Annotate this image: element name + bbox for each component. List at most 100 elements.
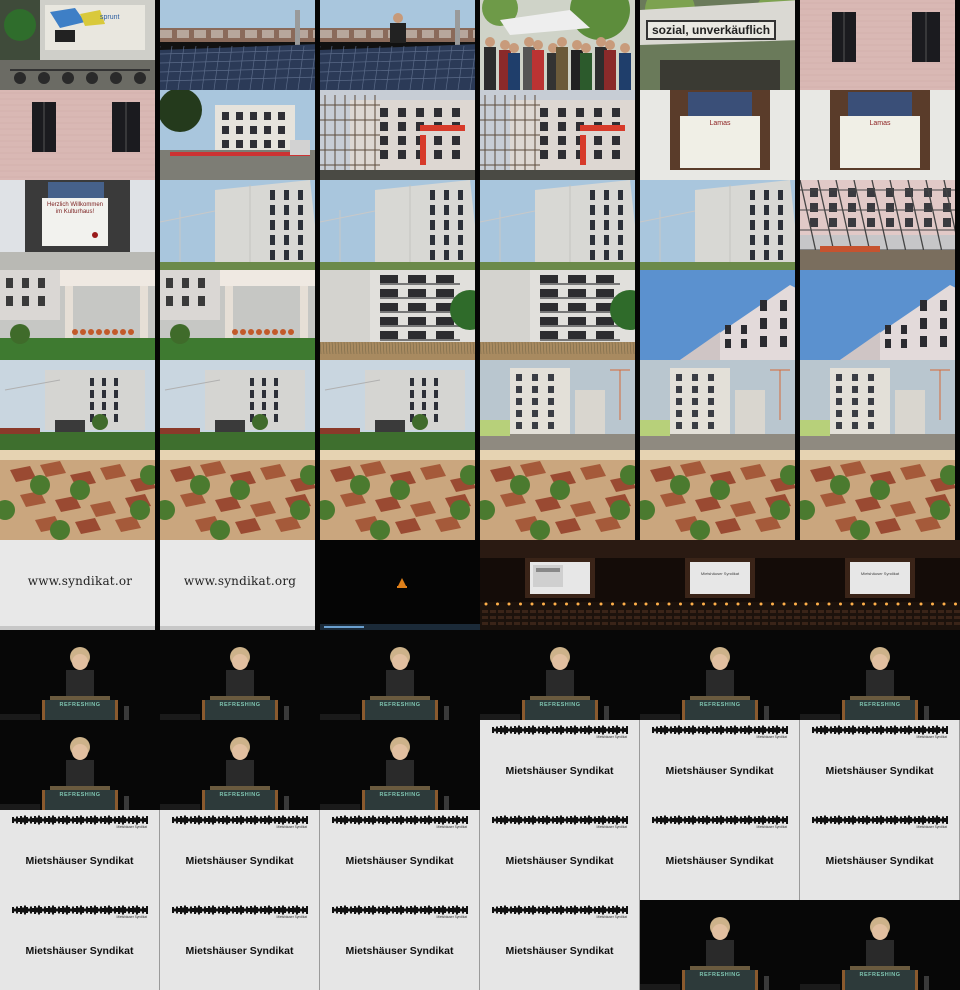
podium-logo: REFRESHING bbox=[859, 972, 901, 978]
slide-corner-text: Mietshäuser Syndikat bbox=[916, 825, 947, 829]
slide-title: Mietshäuser Syndikat bbox=[185, 855, 294, 867]
thumbnail-white-block-grass bbox=[320, 360, 480, 450]
thumbnail-pink-facade-windows bbox=[800, 0, 960, 90]
thumbnail-white-block-grass bbox=[160, 360, 320, 450]
thumbnail-banner-umbrella: sozial, unverkäuflich bbox=[640, 0, 800, 90]
thumbnail-image bbox=[320, 0, 480, 90]
thumbnail-image bbox=[0, 360, 160, 450]
frame-separator bbox=[955, 360, 960, 450]
thumbnail-slide: Mietshäuser Syndikat Mietshäuser Syndikat bbox=[0, 810, 160, 900]
slide-title: Mietshäuser Syndikat bbox=[825, 765, 934, 777]
thumbnail-image bbox=[480, 270, 640, 360]
thumbnail-url-slide: www.syndikat.org bbox=[160, 540, 320, 630]
thumbnail-window-placard-wide: Herzlich Willkommen im Kulturhaus! bbox=[0, 180, 160, 270]
thumbnail-image bbox=[640, 360, 800, 450]
thumbnail-speaker: REFRESHING bbox=[0, 630, 160, 720]
thumbnail-hall-stage: Mietshäuser Syndikat bbox=[800, 540, 960, 630]
podium-logo: REFRESHING bbox=[859, 702, 901, 708]
thumbnail-solar-roof-worker bbox=[320, 0, 480, 90]
thumbnail-image bbox=[640, 0, 800, 90]
thumbnail-construction-building bbox=[160, 90, 320, 180]
thumbnail-pink-facade-windows bbox=[0, 90, 160, 180]
placard-text: Lamas bbox=[869, 120, 891, 127]
thumbnail-graffiti-wall: sprunt bbox=[0, 0, 160, 90]
slide-corner-text: Mietshäuser Syndikat bbox=[116, 825, 147, 829]
thumbnail-slide: Mietshäuser Syndikat Mietshäuser Syndikat bbox=[0, 900, 160, 990]
thumbnail-slide: Mietshäuser Syndikat Mietshäuser Syndikat bbox=[800, 810, 960, 900]
thumbnail-speaker: REFRESHING bbox=[160, 630, 320, 720]
thumbnail-image bbox=[640, 270, 800, 360]
thumbnail-white-block-grass bbox=[0, 360, 160, 450]
thumbnail-garden-porch bbox=[0, 270, 160, 360]
thumbnail-image bbox=[800, 180, 960, 270]
thumbnail-solar-roof bbox=[160, 0, 320, 90]
thumbnail-aerial-town bbox=[800, 450, 960, 540]
thumbnail-white-block-crane bbox=[640, 180, 800, 270]
stage-screen-text: Mietshäuser Syndikat bbox=[860, 571, 900, 576]
podium-logo: REFRESHING bbox=[699, 972, 741, 978]
thumbnail-hall-stage: Mietshäuser Syndikat bbox=[640, 540, 800, 630]
thumbnail-slide: Mietshäuser Syndikat Mietshäuser Syndikat bbox=[320, 810, 480, 900]
slide-corner-text: Mietshäuser Syndikat bbox=[436, 915, 467, 919]
podium-logo: REFRESHING bbox=[219, 792, 261, 798]
slide-corner-text: Mietshäuser Syndikat bbox=[276, 825, 307, 829]
frame-separator bbox=[955, 180, 960, 270]
podium-logo: REFRESHING bbox=[59, 702, 101, 708]
thumbnail-url-slide: www.syndikat.or bbox=[0, 540, 160, 630]
slide-title: Mietshäuser Syndikat bbox=[825, 855, 934, 867]
thumbnail-speaker: REFRESHING bbox=[320, 720, 480, 810]
thumbnail-image bbox=[160, 90, 320, 180]
slide-corner-text: Mietshäuser Syndikat bbox=[116, 915, 147, 919]
thumbnail-crowd-market bbox=[480, 0, 640, 90]
thumbnail-image bbox=[160, 360, 320, 450]
thumbnail-aerial-town bbox=[640, 450, 800, 540]
thumbnail-slide: Mietshäuser Syndikat Mietshäuser Syndikat bbox=[320, 900, 480, 990]
thumbnail-image bbox=[160, 180, 320, 270]
thumbnail-image bbox=[480, 180, 640, 270]
thumbnail-speaker: REFRESHING bbox=[320, 630, 480, 720]
thumbnail-speaker: REFRESHING bbox=[0, 720, 160, 810]
frame-separator bbox=[955, 450, 960, 540]
thumbnail-image bbox=[320, 360, 480, 450]
slide-corner-text: Mietshäuser Syndikat bbox=[756, 825, 787, 829]
thumbnail-image bbox=[800, 270, 960, 360]
slide-corner-text: Mietshäuser Syndikat bbox=[756, 735, 787, 739]
slide-title: Mietshäuser Syndikat bbox=[665, 855, 774, 867]
thumbnail-slide: Mietshäuser Syndikat Mietshäuser Syndikat bbox=[640, 810, 800, 900]
slide-title: Mietshäuser Syndikat bbox=[505, 855, 614, 867]
slide-title: Mietshäuser Syndikat bbox=[345, 855, 454, 867]
thumbnail-aerial-town bbox=[480, 450, 640, 540]
thumbnail-white-block-crane bbox=[160, 180, 320, 270]
thumbnail-corner-sky bbox=[800, 270, 960, 360]
thumbnail-image bbox=[480, 360, 640, 450]
slide-title: Mietshäuser Syndikat bbox=[25, 855, 134, 867]
thumbnail-image bbox=[0, 90, 160, 180]
thumbnail-image bbox=[480, 90, 640, 180]
thumbnail-window-placard: Lamas bbox=[640, 90, 800, 180]
thumbnail-slide: Mietshäuser Syndikat Mietshäuser Syndikat bbox=[160, 900, 320, 990]
stage-screen-text: Mietshäuser Syndikat bbox=[700, 571, 740, 576]
thumbnail-corner-sky bbox=[640, 270, 800, 360]
slide-corner-text: Mietshäuser Syndikat bbox=[276, 915, 307, 919]
thumbnail-image bbox=[800, 450, 960, 540]
thumbnail-image bbox=[320, 450, 480, 540]
thumbnail-aerial-town bbox=[320, 450, 480, 540]
slide-title: Mietshäuser Syndikat bbox=[25, 945, 134, 957]
thumbnail-aerial-town bbox=[160, 450, 320, 540]
thumbnail-image bbox=[320, 270, 480, 360]
podium-logo: REFRESHING bbox=[219, 702, 261, 708]
podium-logo: REFRESHING bbox=[379, 792, 421, 798]
thumbnail-hall-stage bbox=[480, 540, 640, 630]
slide-title: Mietshäuser Syndikat bbox=[345, 945, 454, 957]
thumbnail-image bbox=[0, 450, 160, 540]
thumbnail-image bbox=[800, 90, 960, 180]
thumbnail-window-placard: Lamas bbox=[800, 90, 960, 180]
thumbnail-image bbox=[160, 270, 320, 360]
thumbnail-image bbox=[480, 0, 640, 90]
thumbnail-image bbox=[640, 540, 800, 630]
thumbnail-aerial-town bbox=[0, 450, 160, 540]
podium-logo: REFRESHING bbox=[539, 702, 581, 708]
thumbnail-image bbox=[800, 540, 960, 630]
frame-separator bbox=[955, 90, 960, 180]
thumbnail-image bbox=[0, 0, 160, 90]
